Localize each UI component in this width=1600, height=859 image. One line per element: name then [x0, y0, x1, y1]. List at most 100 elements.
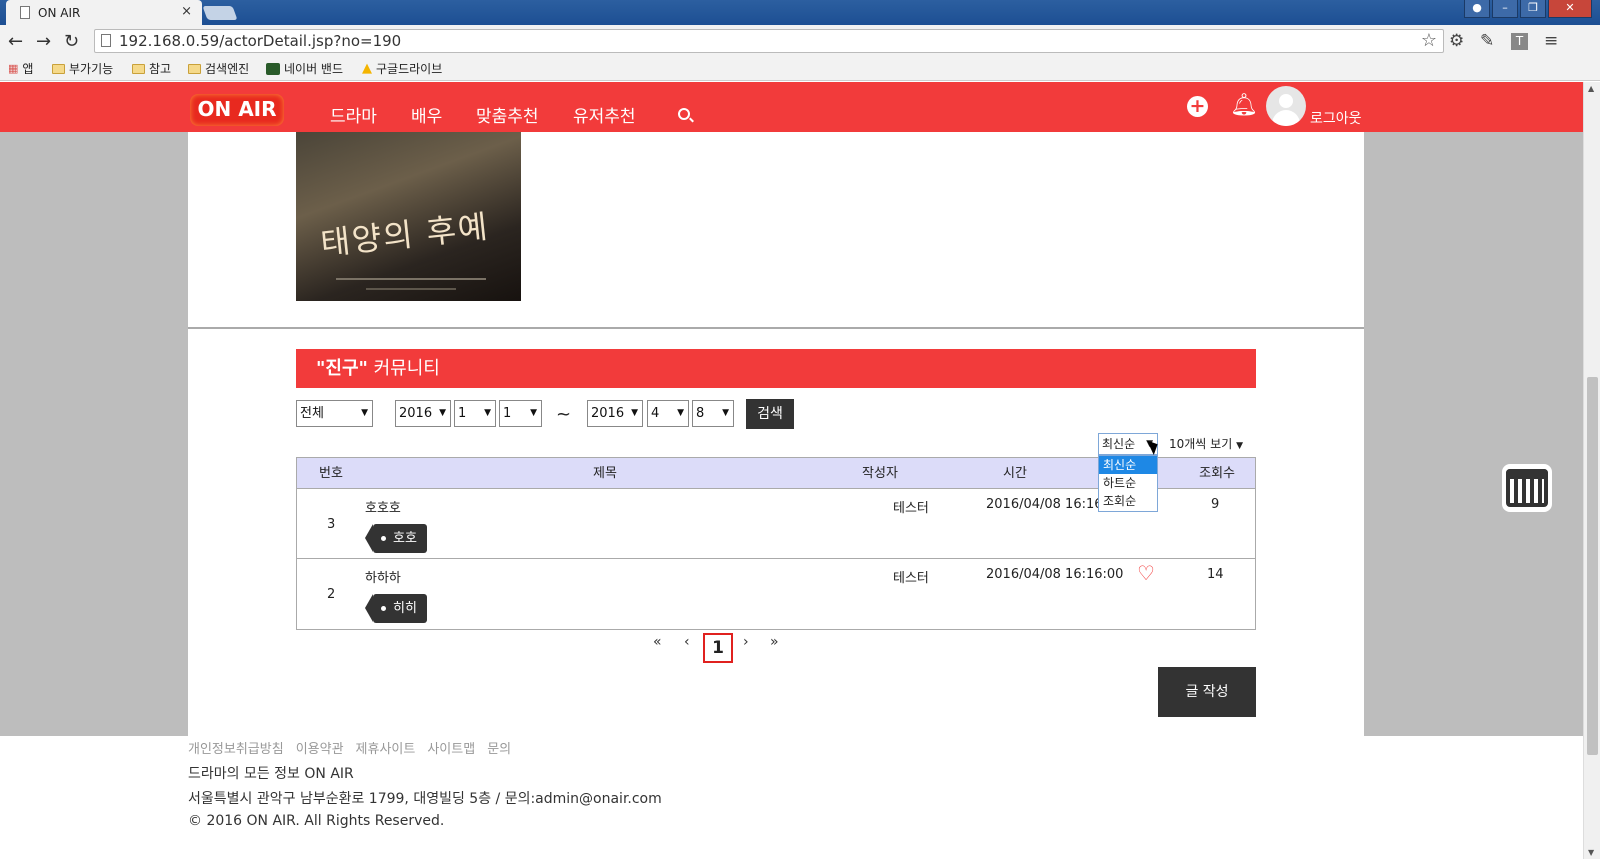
heart-icon[interactable]: ♡ — [1137, 561, 1155, 585]
start-day-select[interactable]: 1 ▼ — [499, 400, 542, 427]
browser-titlebar: ON AIR × ● – ❐ ✕ — [0, 0, 1600, 25]
user-icon[interactable]: ● — [1464, 0, 1490, 18]
bookmark-google-drive[interactable]: ▲ 구글드라이브 — [362, 60, 442, 77]
pager-current-page[interactable]: 1 — [703, 633, 733, 663]
footer-copyright: © 2016 ON AIR. All Rights Reserved. — [188, 813, 445, 829]
sort-option-hearts[interactable]: 하트순 — [1099, 474, 1157, 492]
address-bar[interactable]: 192.168.0.59/actorDetail.jsp?no=190 ☆ — [94, 29, 1444, 53]
footer-link-terms[interactable]: 이용약관 — [296, 738, 344, 757]
bookmark-label: 참고 — [149, 62, 172, 76]
footer-link-contact[interactable]: 문의 — [487, 738, 511, 757]
end-year-value: 2016 — [591, 406, 625, 421]
close-window-button[interactable]: ✕ — [1548, 0, 1592, 18]
col-title: 제목 — [593, 466, 617, 481]
row-time: 2016/04/08 16:16: — [986, 497, 1107, 512]
page-icon — [20, 6, 30, 19]
browser-tab[interactable]: ON AIR × — [6, 0, 202, 25]
end-year-select[interactable]: 2016 ▼ — [587, 400, 643, 427]
start-year-select[interactable]: 2016 ▼ — [395, 400, 451, 427]
add-icon[interactable]: + — [1187, 96, 1208, 117]
col-author: 작성자 — [862, 466, 898, 481]
bookmark-naver-band[interactable]: 네이버 밴드 — [266, 60, 343, 77]
search-icon[interactable] — [678, 108, 690, 120]
tag-badge[interactable]: 히히 — [365, 594, 427, 623]
minimize-button[interactable]: – — [1492, 0, 1518, 18]
row-number: 3 — [327, 517, 336, 532]
extension-t-icon[interactable]: T — [1511, 33, 1528, 50]
reload-icon[interactable]: ↻ — [64, 31, 79, 52]
bookmark-folder[interactable]: 부가기능 — [52, 60, 113, 77]
bookmark-apps[interactable]: ▦ 앱 — [8, 60, 33, 77]
bookmark-label: 앱 — [22, 62, 34, 76]
col-time: 시간 — [1003, 466, 1027, 481]
start-day-value: 1 — [503, 406, 512, 421]
page-scrollbar[interactable]: ▲ ▼ — [1583, 82, 1600, 859]
back-icon[interactable]: ← — [8, 31, 23, 52]
notification-bell-icon[interactable]: 🔔︎ — [1230, 93, 1258, 118]
site-header: ON AIR 드라마 배우 맞춤추천 유저추천 + 🔔︎ 로그아웃 — [0, 82, 1583, 132]
calendar-icon[interactable] — [1502, 464, 1552, 512]
maximize-button[interactable]: ❐ — [1520, 0, 1546, 18]
drama-poster-image[interactable]: 태양의 후예 — [296, 130, 521, 301]
end-month-value: 4 — [651, 406, 660, 421]
page-icon — [101, 34, 111, 47]
footer-link-sitemap[interactable]: 사이트맵 — [427, 738, 475, 757]
row-author: 테스터 — [893, 501, 929, 516]
footer-link-privacy[interactable]: 개인정보취급방침 — [188, 738, 284, 757]
table-row[interactable]: 2 하하하 히히 테스터 2016/04/08 16:16:00 ♡ 14 — [297, 559, 1255, 629]
tab-close-icon[interactable]: × — [181, 4, 192, 19]
page-viewport: ON AIR 드라마 배우 맞춤추천 유저추천 + 🔔︎ 로그아웃 태양의 후예… — [0, 82, 1583, 859]
search-button[interactable]: 검색 — [746, 399, 794, 429]
nav-user-recommend[interactable]: 유저추천 — [573, 102, 636, 127]
tag-badge[interactable]: 호호 — [365, 524, 427, 553]
pager-last[interactable]: » — [770, 634, 779, 650]
chrome-menu-icon[interactable]: ≡ — [1544, 31, 1558, 51]
end-month-select[interactable]: 4 ▼ — [647, 400, 689, 427]
new-tab-button[interactable] — [202, 6, 238, 20]
footer-links: 개인정보취급방침 이용약관 제휴사이트 사이트맵 문의 — [188, 738, 511, 757]
google-drive-icon: ▲ — [362, 61, 372, 76]
folder-icon — [52, 63, 65, 74]
forward-icon[interactable]: → — [36, 31, 51, 52]
scrollbar-thumb[interactable] — [1587, 377, 1598, 755]
pager-prev[interactable]: ‹ — [684, 634, 690, 650]
logout-link[interactable]: 로그아웃 — [1310, 108, 1362, 128]
community-title: "진구" 커뮤니티 — [296, 349, 1256, 388]
bookmark-label: 구글드라이브 — [376, 62, 443, 76]
row-title[interactable]: 호호호 — [365, 497, 401, 516]
folder-icon — [132, 63, 145, 74]
write-post-button[interactable]: 글 작성 — [1158, 667, 1256, 717]
bookmark-star-icon[interactable]: ☆ — [1421, 30, 1437, 52]
nav-drama[interactable]: 드라마 — [330, 102, 377, 127]
poster-artwork-title: 태양의 후예 — [318, 207, 492, 263]
site-footer: 개인정보취급방침 이용약관 제휴사이트 사이트맵 문의 드라마의 모든 정보 O… — [0, 736, 1583, 859]
row-title[interactable]: 하하하 — [365, 567, 401, 586]
bookmark-label: 부가기능 — [69, 62, 114, 76]
scroll-down-icon[interactable]: ▼ — [1588, 848, 1594, 857]
row-number: 2 — [327, 587, 336, 602]
pager-next[interactable]: › — [743, 634, 749, 650]
end-day-select[interactable]: 8 ▼ — [692, 400, 734, 427]
bookmark-folder[interactable]: 참고 — [132, 60, 171, 77]
site-logo[interactable]: ON AIR — [190, 94, 284, 126]
settings-gear-icon[interactable]: ⚙ — [1449, 31, 1464, 51]
scroll-up-icon[interactable]: ▲ — [1588, 84, 1594, 93]
community-label: 커뮤니티 — [367, 358, 440, 379]
category-select[interactable]: 전체 ▼ — [296, 400, 373, 427]
end-day-value: 8 — [696, 406, 705, 421]
col-number: 번호 — [319, 466, 343, 481]
per-page-select[interactable]: 10개씩 보기 ▼ — [1169, 435, 1243, 452]
main-content: 태양의 후예 "진구" 커뮤니티 전체 ▼ 2016 ▼ 1 ▼ 1 ▼ ~ 2016 ▼… — [188, 82, 1364, 736]
avatar[interactable] — [1266, 86, 1306, 126]
start-month-select[interactable]: 1 ▼ — [454, 400, 496, 427]
start-month-value: 1 — [458, 406, 467, 421]
sort-option-views[interactable]: 조회순 — [1099, 492, 1157, 510]
nav-custom-recommend[interactable]: 맞춤추천 — [476, 102, 539, 127]
extension-icon[interactable]: ✎ — [1480, 31, 1494, 51]
bookmark-folder[interactable]: 검색엔진 — [188, 60, 249, 77]
footer-link-partners[interactable]: 제휴사이트 — [356, 738, 416, 757]
category-value: 전체 — [300, 406, 324, 421]
pager-first[interactable]: « — [653, 634, 662, 650]
sort-option-latest[interactable]: 최신순 — [1099, 456, 1157, 474]
nav-actor[interactable]: 배우 — [411, 102, 442, 127]
